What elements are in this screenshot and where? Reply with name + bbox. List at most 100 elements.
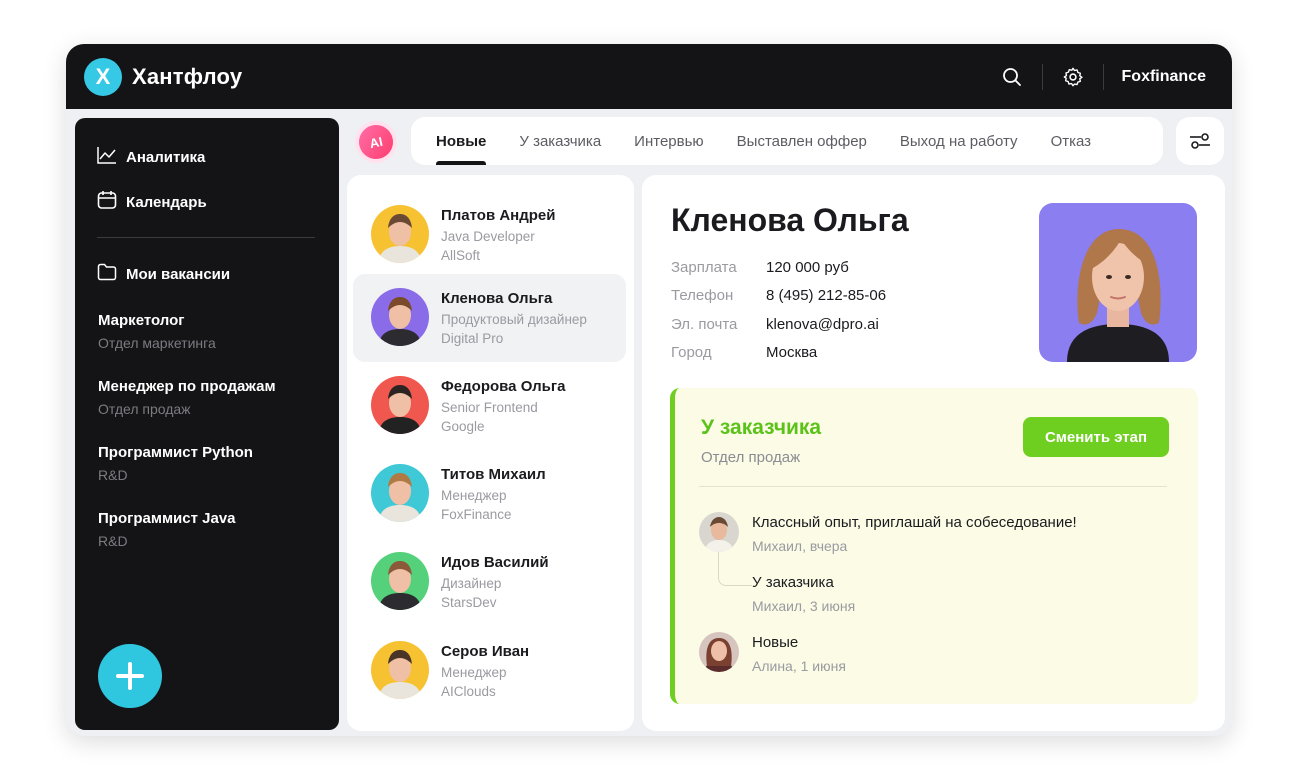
sidebar-divider xyxy=(97,237,315,238)
candidate-company: Google xyxy=(441,419,485,434)
candidate-info: Федорова Ольга Senior Frontend Google xyxy=(441,378,566,434)
sidebar-item-label: Календарь xyxy=(126,193,207,211)
avatar xyxy=(371,288,429,346)
divider xyxy=(1041,63,1043,90)
vacancy-department: R&D xyxy=(98,533,128,549)
sidebar-item-label: Мои вакансии xyxy=(126,265,231,283)
logo-mark: X xyxy=(84,58,122,96)
candidate-role: Senior Frontend xyxy=(441,400,538,415)
avatar xyxy=(699,632,739,672)
app-name: Хантфлоу xyxy=(132,64,243,89)
info-row-email: Эл. почта klenova@dpro.ai xyxy=(671,310,886,339)
info-row-phone: Телефон 8 (495) 212-85-06 xyxy=(671,282,886,311)
candidate-role: Продуктовый дизайнер xyxy=(441,312,587,327)
folder-icon xyxy=(97,263,126,285)
app-logo[interactable]: X Хантфлоу xyxy=(84,58,242,96)
stage-divider xyxy=(699,486,1167,487)
candidate-list: Платов Андрей Java Developer AllSoft Кленов… xyxy=(347,175,634,731)
timeline-connector xyxy=(718,552,752,586)
event-text: У заказчика xyxy=(752,574,834,591)
chart-icon xyxy=(97,146,126,168)
candidate-role: Дизайнер xyxy=(441,576,502,591)
candidate-role: Менеджер xyxy=(441,665,507,680)
candidate-name: Кленова Ольга xyxy=(441,290,553,307)
candidate-name: Федорова Ольга xyxy=(441,378,566,395)
avatar xyxy=(371,376,429,434)
filter-button[interactable] xyxy=(1176,117,1224,165)
info-value[interactable]: klenova@dpro.ai xyxy=(766,316,879,333)
candidate-card[interactable]: Платов Андрей Java Developer AllSoft xyxy=(353,191,626,279)
candidate-card[interactable]: Федорова Ольга Senior Frontend Google xyxy=(353,362,626,450)
candidate-info: Идов Василий Дизайнер StarsDev xyxy=(441,554,549,610)
vacancy-item[interactable]: Менеджер по продажам Отдел продаж xyxy=(98,378,276,417)
candidate-photo xyxy=(1039,203,1197,362)
ai-assistant-button[interactable]: AI xyxy=(355,121,397,163)
tab-rejected[interactable]: Отказ xyxy=(1051,117,1091,165)
vacancy-item[interactable]: Программист Python R&D xyxy=(98,444,253,483)
change-stage-button[interactable]: Сменить этап xyxy=(1023,417,1169,457)
stage-tabs: Новые У заказчика Интервью Выставлен офф… xyxy=(411,117,1163,165)
gear-icon[interactable] xyxy=(1061,65,1085,89)
event-meta: Михаил, вчера xyxy=(752,538,848,554)
candidate-name: Кленова Ольга xyxy=(671,202,909,238)
candidate-info: Зарплата 120 000 руб Телефон 8 (495) 212… xyxy=(671,253,886,367)
candidate-info: Титов Михаил Менеджер FoxFinance xyxy=(441,466,546,522)
vacancy-item[interactable]: Маркетолог Отдел маркетинга xyxy=(98,312,216,351)
tab-interview[interactable]: Интервью xyxy=(634,117,704,165)
candidate-card[interactable]: Титов Михаил Менеджер FoxFinance xyxy=(353,450,626,538)
candidate-company: FoxFinance xyxy=(441,507,512,522)
candidate-info: Платов Андрей Java Developer AllSoft xyxy=(441,207,556,263)
company-name[interactable]: Foxfinance xyxy=(1122,68,1206,86)
sidebar-item-label: Аналитика xyxy=(126,148,206,166)
candidate-name: Серов Иван xyxy=(441,643,530,660)
info-label: Эл. почта xyxy=(671,315,738,333)
tab-at-client[interactable]: У заказчика xyxy=(519,117,601,165)
vacancy-department: Отдел маркетинга xyxy=(98,335,216,351)
candidate-card[interactable]: Кленова Ольга Продуктовый дизайнер Digital… xyxy=(353,274,626,362)
candidate-company: AllSoft xyxy=(441,248,481,263)
divider xyxy=(1102,63,1104,90)
vacancy-department: R&D xyxy=(98,467,128,483)
info-value: 120 000 руб xyxy=(766,258,849,276)
sidebar-item-my-vacancies[interactable]: Мои вакансии xyxy=(97,263,230,285)
candidate-detail: Кленова Ольга Зарплата 120 000 руб Телеф… xyxy=(642,175,1225,731)
info-value[interactable]: 8 (495) 212-85-06 xyxy=(766,287,886,304)
candidate-info: Серов Иван Менеджер AIClouds xyxy=(441,643,529,699)
sidebar-item-analytics[interactable]: Аналитика xyxy=(97,146,205,168)
add-vacancy-button[interactable] xyxy=(98,644,162,708)
avatar xyxy=(371,641,429,699)
info-label: Зарплата xyxy=(671,258,737,276)
info-row-salary: Зарплата 120 000 руб xyxy=(671,253,886,282)
candidate-name: Идов Василий xyxy=(441,554,549,571)
vacancy-title: Менеджер по продажам xyxy=(98,378,276,395)
plus-icon xyxy=(116,662,144,690)
candidate-role: Менеджер xyxy=(441,488,507,503)
avatar xyxy=(371,464,429,522)
info-label: Телефон xyxy=(671,287,734,305)
tab-new[interactable]: Новые xyxy=(436,117,487,165)
avatar xyxy=(371,552,429,610)
vacancy-item[interactable]: Программист Java R&D xyxy=(98,510,236,549)
candidate-card[interactable]: Серов Иван Менеджер AIClouds xyxy=(353,627,626,715)
vacancy-title: Программист Python xyxy=(98,444,253,461)
candidate-name: Титов Михаил xyxy=(441,466,546,483)
vacancy-title: Маркетолог xyxy=(98,312,185,329)
event-text: Новые xyxy=(752,634,799,651)
stage-title: У заказчика xyxy=(701,416,822,439)
calendar-icon xyxy=(97,190,126,214)
event-text: Классный опыт, приглашай на собеседовани… xyxy=(752,514,1077,531)
sliders-icon xyxy=(1190,133,1210,149)
tab-onboarding[interactable]: Выход на работу xyxy=(900,117,1018,165)
event-meta: Алина, 1 июня xyxy=(752,658,846,674)
vacancy-department: Отдел продаж xyxy=(98,401,191,417)
top-actions: Foxfinance xyxy=(1000,44,1206,109)
candidate-company: AIClouds xyxy=(441,684,496,699)
sidebar-item-calendar[interactable]: Календарь xyxy=(97,190,207,214)
candidate-info: Кленова Ольга Продуктовый дизайнер Digital… xyxy=(441,290,587,346)
candidate-company: StarsDev xyxy=(441,595,497,610)
candidate-card[interactable]: Идов Василий Дизайнер StarsDev xyxy=(353,538,626,626)
info-value: Москва xyxy=(766,344,818,362)
candidate-name: Платов Андрей xyxy=(441,207,556,224)
search-icon[interactable] xyxy=(1000,65,1024,89)
tab-offer[interactable]: Выставлен оффер xyxy=(737,117,867,165)
